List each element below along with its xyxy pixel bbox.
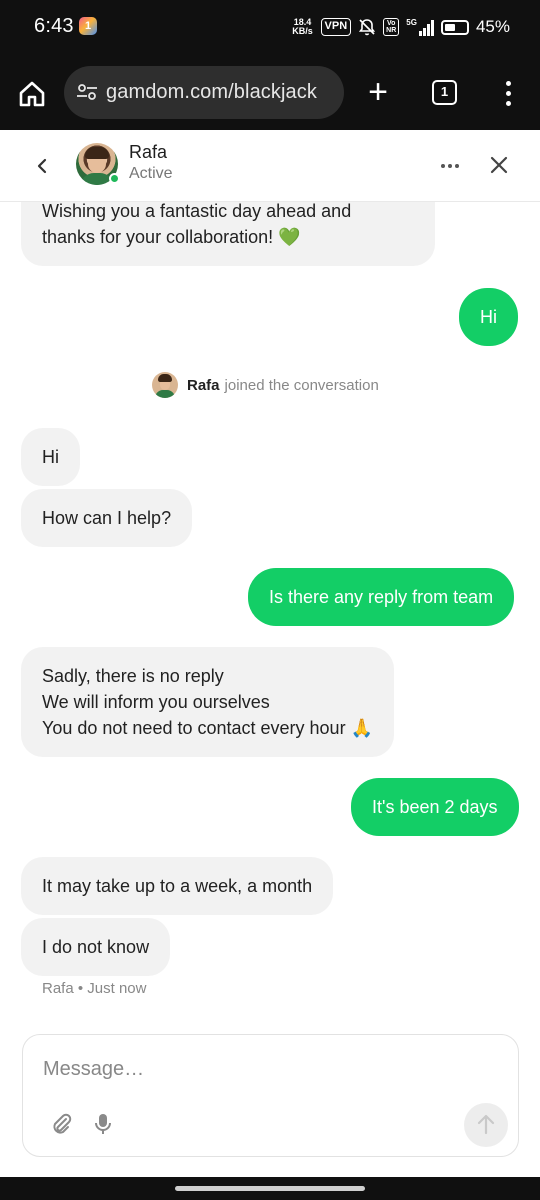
battery-icon (440, 19, 469, 35)
send-button[interactable] (464, 1103, 508, 1147)
volte-bottom: NR (386, 27, 397, 34)
status-bar: 6:43 1 18.4 KB/s VPN Vo NR 5G 45% (0, 0, 540, 56)
message-meta: Rafa • Just now (42, 980, 147, 997)
status-indicators: 18.4 KB/s VPN Vo NR 5G 45% (292, 14, 510, 40)
message-line: We will inform you ourselves (42, 692, 270, 712)
message-line: It's been 2 days (372, 797, 498, 817)
close-icon[interactable] (486, 152, 512, 178)
message-line: How can I help? (42, 508, 172, 528)
browser-toolbar: gamdom.com/blackjack + 1 (0, 56, 540, 130)
url-text[interactable]: gamdom.com/blackjack (106, 81, 317, 104)
message-line: I do not know (42, 937, 150, 957)
signal-icon: 5G (406, 18, 434, 36)
message-composer (22, 1034, 519, 1157)
network-speed-unit: KB/s (292, 26, 313, 36)
site-settings-icon[interactable] (76, 81, 98, 103)
volte-icon: Vo NR (383, 18, 400, 36)
vpn-icon: VPN (320, 18, 352, 36)
browser-menu-icon[interactable] (499, 78, 517, 108)
bell-muted-icon (359, 19, 376, 36)
message-incoming: I do not know (21, 918, 171, 976)
network-type: 5G (406, 18, 417, 27)
message-line: Is there any reply from team (269, 587, 494, 607)
message-incoming: How can I help? (21, 489, 193, 547)
status-time: 6:43 (34, 15, 74, 37)
message-line: thanks for your collaboration! 💚 (42, 227, 301, 247)
message-input[interactable] (43, 1055, 483, 1083)
message-outgoing: It's been 2 days (351, 778, 519, 836)
home-icon[interactable] (17, 79, 47, 109)
back-arrow-icon[interactable] (30, 154, 54, 178)
message-incoming: Wishing you a fantastic day ahead and th… (21, 202, 435, 266)
message-incoming: Sadly, there is no reply We will inform … (21, 647, 394, 757)
message-line: It may take up to a week, a month (42, 876, 313, 896)
agent-status: Active (129, 165, 173, 182)
joined-agent-name: Rafa (187, 376, 220, 394)
chat-header: Rafa Active (0, 130, 540, 202)
system-join-event: Rafa joined the conversation (152, 372, 379, 398)
paperclip-icon[interactable] (49, 1112, 73, 1136)
agent-avatar-small (152, 372, 178, 398)
battery-percent: 45% (475, 17, 510, 36)
agent-name: Rafa (129, 142, 168, 162)
message-line: You do not need to contact every hour 🙏 (42, 718, 373, 738)
message-line: Sadly, there is no reply (42, 666, 224, 686)
online-status-indicator (109, 173, 120, 184)
message-line: Wishing you a fantastic day ahead and (42, 202, 352, 221)
message-list[interactable]: Wishing you a fantastic day ahead and th… (0, 202, 540, 1032)
network-speed: 18.4 KB/s (292, 18, 314, 36)
message-outgoing: Hi (459, 288, 518, 346)
volte-top: Vo (387, 20, 396, 27)
message-incoming: Hi (21, 428, 80, 486)
tab-switcher-button[interactable]: 1 (432, 80, 457, 105)
message-line: Hi (480, 307, 497, 327)
system-navigation-bar (0, 1177, 540, 1200)
arrow-up-icon (477, 1114, 495, 1135)
home-gesture-handle[interactable] (175, 1186, 365, 1191)
message-incoming: It may take up to a week, a month (21, 857, 334, 915)
message-outgoing: Is there any reply from team (248, 568, 515, 626)
more-options-icon[interactable] (438, 154, 462, 178)
app-notification-icon: 1 (79, 17, 97, 35)
joined-text: joined the conversation (224, 376, 379, 394)
message-line: Hi (42, 447, 59, 467)
new-tab-icon[interactable]: + (363, 75, 393, 109)
address-bar[interactable]: gamdom.com/blackjack (64, 66, 344, 119)
microphone-icon[interactable] (92, 1112, 114, 1136)
